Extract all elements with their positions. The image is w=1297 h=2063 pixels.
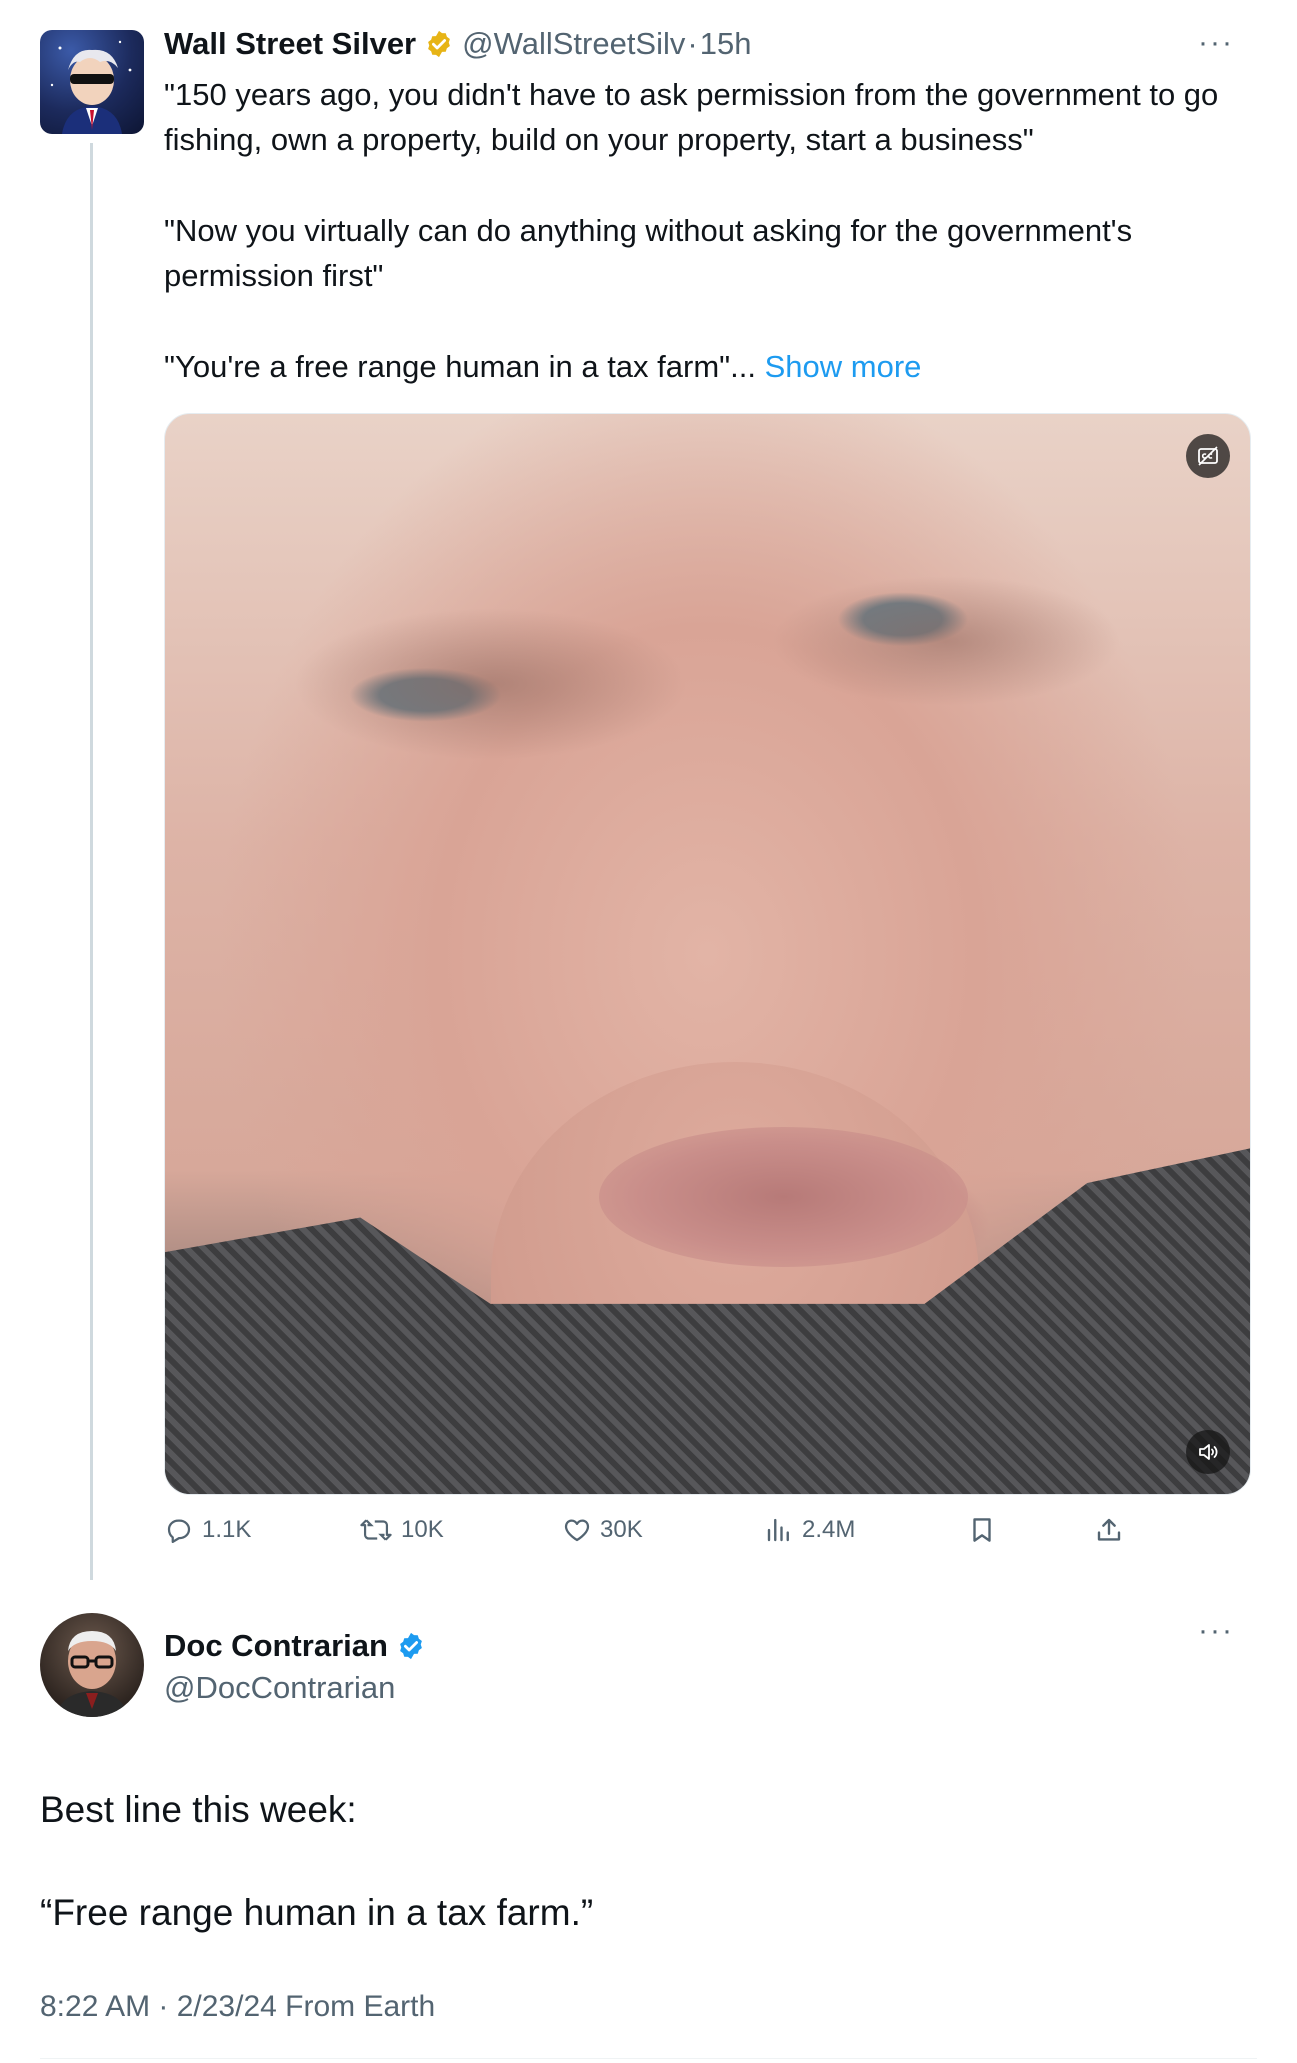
- repost-button[interactable]: 10K: [359, 1500, 444, 1560]
- divider: [40, 2058, 1257, 2059]
- volume-icon: [1199, 1444, 1218, 1460]
- reply-header: Doc Contrarian: [164, 1628, 434, 1664]
- views-button[interactable]: 2.4M: [764, 1500, 855, 1560]
- tweet-text: "150 years ago, you didn't have to ask p…: [164, 72, 1244, 389]
- like-count: 30K: [600, 1516, 643, 1543]
- video-frame-detail: [599, 1126, 968, 1268]
- header-separator: ·: [687, 26, 698, 61]
- views-icon: [767, 1518, 789, 1542]
- tweet-header: Wall Street Silver @WallStreetSilv · 15h: [164, 26, 751, 62]
- reply-icon: [167, 1519, 191, 1543]
- repost-icon: [360, 1519, 392, 1541]
- heart-icon: [564, 1519, 590, 1542]
- tweet-action-bar: 1.1K 10K 30K 2.4M: [164, 1500, 1124, 1560]
- avatar[interactable]: [40, 1613, 144, 1717]
- avatar[interactable]: [40, 30, 144, 134]
- captions-button[interactable]: [1186, 434, 1230, 478]
- reply-author-handle[interactable]: @DocContrarian: [164, 1670, 395, 1706]
- time-ago[interactable]: 15h: [700, 26, 752, 62]
- reply-line: Best line this week:: [40, 1789, 357, 1830]
- tweet-paragraph: "Now you virtually can do anything witho…: [164, 213, 1133, 293]
- tweet-paragraph: "150 years ago, you didn't have to ask p…: [164, 77, 1219, 157]
- avatar-illustration-icon: [50, 40, 132, 134]
- repost-count: 10K: [401, 1516, 444, 1543]
- avatar-portrait-icon: [56, 1631, 128, 1717]
- verified-badge-icon: [428, 30, 450, 58]
- reply-text: Best line this week: “Free range human i…: [40, 1785, 593, 1991]
- reply-line: “Free range human in a tax farm.”: [40, 1892, 594, 1933]
- volume-button[interactable]: [1186, 1430, 1230, 1474]
- thread-connector-line: [90, 143, 93, 1580]
- author-name[interactable]: Wall Street Silver: [164, 26, 416, 62]
- share-icon: [1097, 1518, 1121, 1541]
- bookmark-icon: [973, 1518, 991, 1542]
- more-horizontal-icon[interactable]: ···: [1198, 28, 1234, 58]
- reply-author-name[interactable]: Doc Contrarian: [164, 1628, 388, 1664]
- views-count: 2.4M: [802, 1516, 856, 1543]
- like-button[interactable]: 30K: [562, 1500, 643, 1560]
- reply-button[interactable]: 1.1K: [164, 1500, 251, 1560]
- reply-timestamp[interactable]: 8:22 AM · 2/23/24 From Earth: [40, 1990, 435, 2024]
- author-handle[interactable]: @WallStreetSilv: [462, 26, 685, 62]
- bookmark-button[interactable]: [967, 1500, 1005, 1560]
- more-horizontal-icon[interactable]: ···: [1198, 1616, 1234, 1646]
- tweet-paragraph-text: "You're a free range human in a tax farm…: [164, 349, 756, 384]
- verified-badge-icon: [400, 1632, 422, 1660]
- captions-icon: [1198, 446, 1218, 466]
- reply-count: 1.1K: [202, 1516, 252, 1543]
- share-button[interactable]: [1094, 1500, 1132, 1560]
- tweet-paragraph: "You're a free range human in a tax farm…: [164, 344, 1244, 389]
- show-more-link[interactable]: Show more: [765, 349, 922, 384]
- video-player[interactable]: [164, 413, 1251, 1495]
